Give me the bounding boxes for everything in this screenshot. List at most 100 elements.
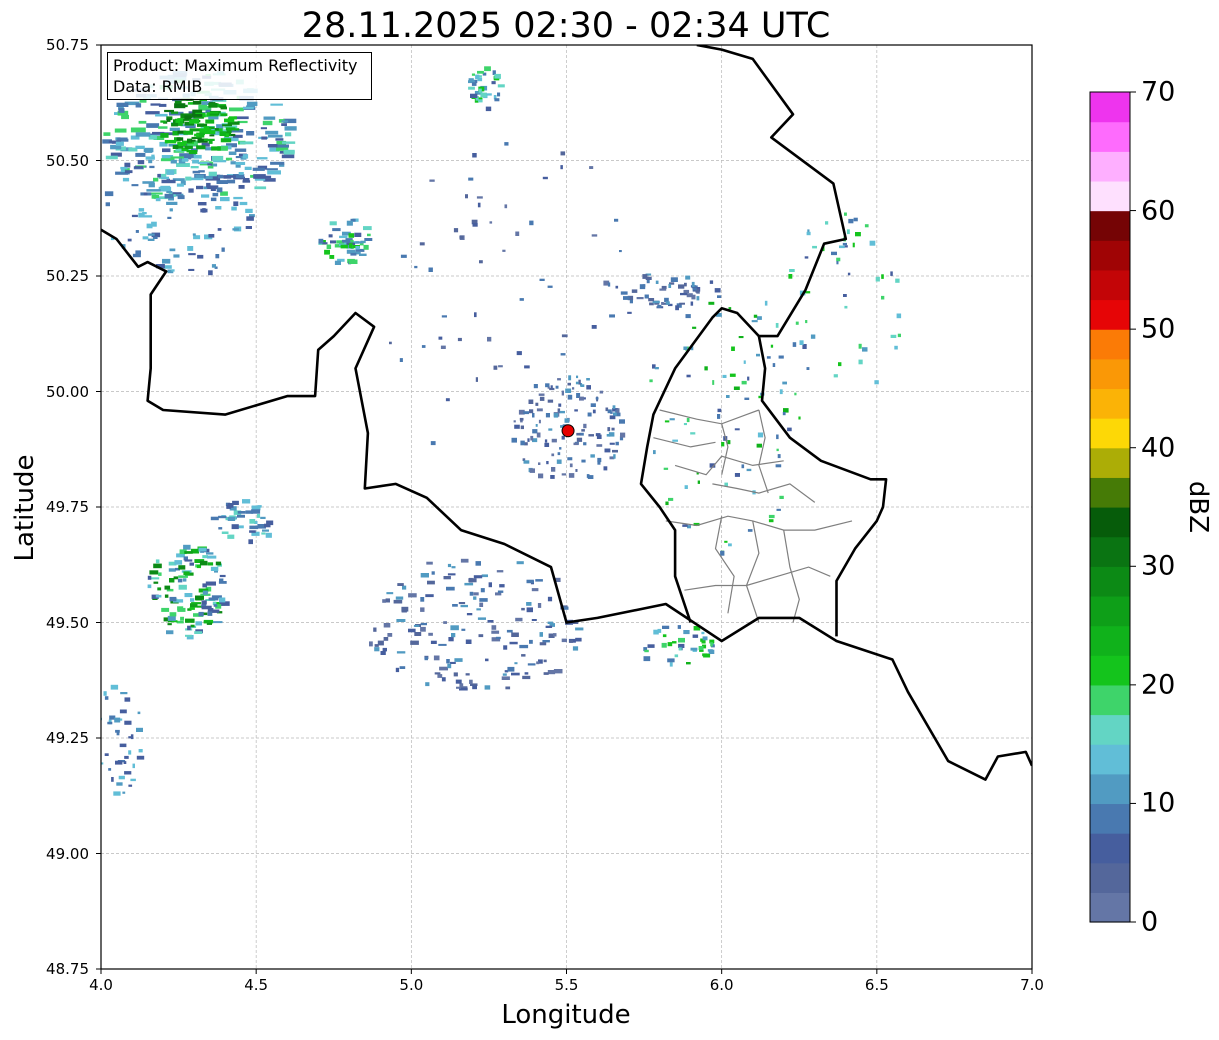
echo-cell — [810, 334, 816, 339]
echo-cell — [354, 232, 362, 237]
echo-cell — [519, 298, 524, 301]
echo-cell — [330, 240, 337, 244]
echo-cell — [166, 170, 175, 175]
echo-cell — [678, 284, 685, 289]
echo-cell — [117, 137, 128, 140]
echo-cell — [260, 516, 266, 519]
echo-cell — [205, 581, 216, 586]
echo-cell — [177, 195, 185, 200]
echo-cell — [340, 244, 348, 249]
echo-cell — [166, 178, 170, 183]
echo-cell — [249, 519, 256, 524]
echo-cell — [194, 631, 203, 634]
echo-cell — [447, 563, 452, 568]
echo-cell — [215, 254, 220, 259]
echo-cell — [557, 378, 561, 381]
echo-cell — [669, 662, 673, 667]
echo-cell — [217, 174, 224, 179]
echo-cell — [485, 658, 489, 662]
echo-cell — [564, 418, 570, 423]
echo-cell — [283, 150, 295, 153]
echo-cell — [747, 529, 753, 532]
echo-cell — [504, 142, 509, 146]
echo-cell — [561, 334, 568, 338]
canton-border — [721, 423, 729, 475]
echo-cell — [498, 365, 503, 368]
echo-cell — [479, 260, 483, 264]
echo-cell — [160, 133, 169, 138]
colorbar-segment — [1090, 240, 1130, 271]
echo-cell — [453, 228, 459, 233]
echo-cell — [124, 697, 131, 702]
y-tick-label: 50.25 — [46, 267, 89, 285]
radar-map — [96, 44, 1136, 974]
echo-cell — [410, 640, 419, 645]
echo-cell — [228, 151, 237, 155]
echo-cell — [339, 235, 348, 239]
echo-cell — [252, 167, 265, 171]
echo-cell — [757, 432, 764, 438]
echo-cell — [173, 576, 179, 580]
echo-cell — [192, 170, 201, 174]
echo-cell — [142, 212, 147, 215]
echo-cell — [496, 570, 504, 573]
echo-cell — [697, 480, 700, 484]
echo-cell — [114, 717, 121, 723]
y-tick-label: 49.00 — [46, 844, 89, 863]
echo-cell — [162, 258, 171, 264]
echo-cell — [456, 686, 461, 689]
colorbar-segment — [1090, 655, 1130, 686]
echo-cell — [836, 257, 841, 262]
echo-cell — [701, 631, 705, 635]
echo-cell — [627, 311, 632, 314]
echo-cell — [772, 363, 776, 367]
echo-cell — [153, 177, 159, 182]
echo-cell — [548, 428, 553, 431]
echo-cell — [124, 170, 133, 174]
echo-cell — [150, 192, 163, 195]
echo-cell — [166, 191, 173, 193]
echo-cell — [153, 581, 159, 584]
echo-cell — [318, 238, 324, 244]
echo-cell — [430, 441, 436, 446]
echo-cell — [559, 410, 565, 414]
colorbar-segment — [1090, 536, 1130, 567]
echo-cell — [475, 377, 478, 382]
echo-cell — [547, 670, 556, 675]
echo-cell — [516, 351, 522, 356]
echo-cell — [130, 778, 136, 782]
echo-cell — [246, 101, 258, 106]
echo-cell — [104, 191, 114, 197]
echo-cell — [609, 415, 616, 420]
echo-cell — [587, 475, 594, 479]
y-tick-label: 49.50 — [46, 613, 89, 632]
echo-cell — [189, 562, 194, 566]
colorbar-segment — [1090, 684, 1130, 716]
canton-border — [758, 409, 769, 494]
echo-cell — [450, 661, 456, 664]
echo-cell — [653, 629, 659, 635]
echo-cell — [452, 604, 458, 607]
echo-cell — [542, 176, 548, 180]
y-tick-label: 50.50 — [46, 151, 89, 170]
echo-cell — [686, 374, 691, 378]
echo-cell — [670, 277, 678, 282]
echo-cell — [196, 185, 204, 190]
echo-cell — [477, 77, 483, 82]
colorbar-segment — [1090, 773, 1130, 805]
echo-cell — [479, 598, 488, 602]
echo-cell — [538, 462, 541, 465]
echo-cell — [607, 409, 612, 414]
echo-cell — [207, 165, 214, 169]
echo-cell — [558, 403, 562, 407]
echo-cell — [576, 375, 579, 379]
echo-cell — [175, 118, 180, 124]
echo-cell — [502, 673, 507, 676]
echo-cell — [395, 667, 400, 673]
echo-cell — [484, 66, 491, 72]
echo-cell — [576, 432, 581, 436]
echo-cell — [537, 603, 542, 608]
x-tick-label: 4.5 — [244, 976, 269, 994]
echo-cell — [203, 620, 211, 624]
y-tick-label: 50.75 — [46, 36, 89, 54]
